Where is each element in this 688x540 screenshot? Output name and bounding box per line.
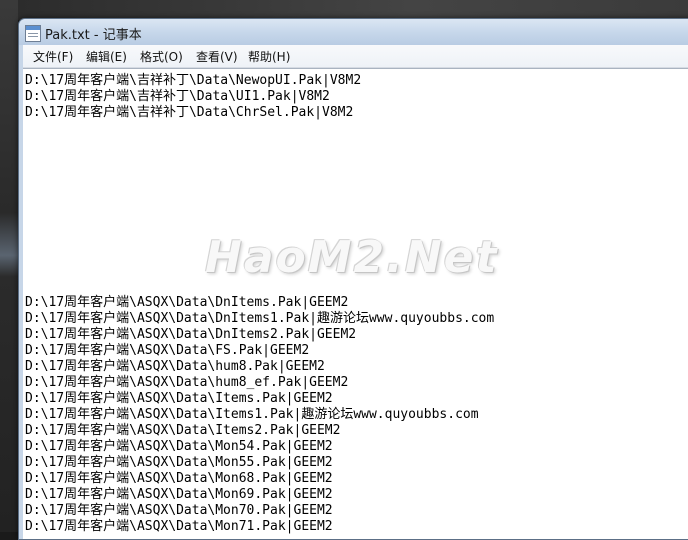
text-editor-area[interactable]: D:\17周年客户端\吉祥补丁\Data\NewopUI.Pak|V8M2 D:… bbox=[23, 68, 688, 539]
text-line: D:\17周年客户端\ASQX\Data\Mon54.Pak|GEEM2 bbox=[25, 439, 333, 454]
text-line: D:\17周年客户端\ASQX\Data\hum8_ef.Pak|GEEM2 bbox=[25, 375, 349, 390]
text-line: D:\17周年客户端\ASQX\Data\FS.Pak|GEEM2 bbox=[25, 343, 310, 358]
text-line: D:\17周年客户端\ASQX\Data\hum8.Pak|GEEM2 bbox=[25, 359, 325, 374]
text-line: D:\17周年客户端\ASQX\Data\DnItems.Pak|GEEM2 bbox=[25, 295, 349, 310]
text-line: D:\17周年客户端\ASQX\Data\Items.Pak|GEEM2 bbox=[25, 391, 333, 406]
menu-edit[interactable]: 编辑(E) bbox=[83, 48, 130, 65]
title-bar[interactable]: Pak.txt - 记事本 bbox=[19, 19, 688, 45]
text-line: D:\17周年客户端\ASQX\Data\Mon55.Pak|GEEM2 bbox=[25, 455, 333, 470]
text-line: D:\17周年客户端\吉祥补丁\Data\ChrSel.Pak|V8M2 bbox=[25, 105, 354, 120]
desktop-edge bbox=[0, 0, 18, 532]
text-line: D:\17周年客户端\ASQX\Data\Mon69.Pak|GEEM2 bbox=[25, 487, 333, 502]
window-title: Pak.txt - 记事本 bbox=[45, 28, 142, 43]
text-line: D:\17周年客户端\ASQX\Data\Mon68.Pak|GEEM2 bbox=[25, 471, 333, 486]
text-line: D:\17周年客户端\ASQX\Data\Mon71.Pak|GEEM2 bbox=[25, 519, 333, 534]
menu-bar: 文件(F) 编辑(E) 格式(O) 查看(V) 帮助(H) bbox=[23, 45, 688, 68]
menu-file[interactable]: 文件(F) bbox=[30, 48, 76, 65]
text-line: D:\17周年客户端\吉祥补丁\Data\UI1.Pak|V8M2 bbox=[25, 89, 330, 104]
text-line: D:\17周年客户端\ASQX\Data\Items1.Pak|趣游论坛www.… bbox=[25, 407, 479, 422]
menu-help[interactable]: 帮助(H) bbox=[245, 48, 293, 65]
text-line: D:\17周年客户端\ASQX\Data\Mon70.Pak|GEEM2 bbox=[25, 503, 333, 518]
desktop-background bbox=[0, 0, 688, 20]
text-line: D:\17周年客户端\ASQX\Data\Items2.Pak|GEEM2 bbox=[25, 423, 341, 438]
menu-format[interactable]: 格式(O) bbox=[137, 48, 186, 65]
notepad-icon[interactable] bbox=[25, 25, 41, 42]
text-line: D:\17周年客户端\ASQX\Data\DnItems2.Pak|GEEM2 bbox=[25, 327, 357, 342]
notepad-window[interactable]: Pak.txt - 记事本 文件(F) 编辑(E) 格式(O) 查看(V) 帮助… bbox=[18, 18, 688, 540]
text-line: D:\17周年客户端\ASQX\Data\DnItems1.Pak|趣游论坛ww… bbox=[25, 311, 495, 326]
text-line: D:\17周年客户端\吉祥补丁\Data\NewopUI.Pak|V8M2 bbox=[25, 73, 362, 88]
window-client-area: 文件(F) 编辑(E) 格式(O) 查看(V) 帮助(H) D:\17周年客户端… bbox=[23, 45, 688, 539]
watermark-logo: HaoM2.Net bbox=[205, 232, 499, 283]
menu-view[interactable]: 查看(V) bbox=[193, 48, 241, 65]
